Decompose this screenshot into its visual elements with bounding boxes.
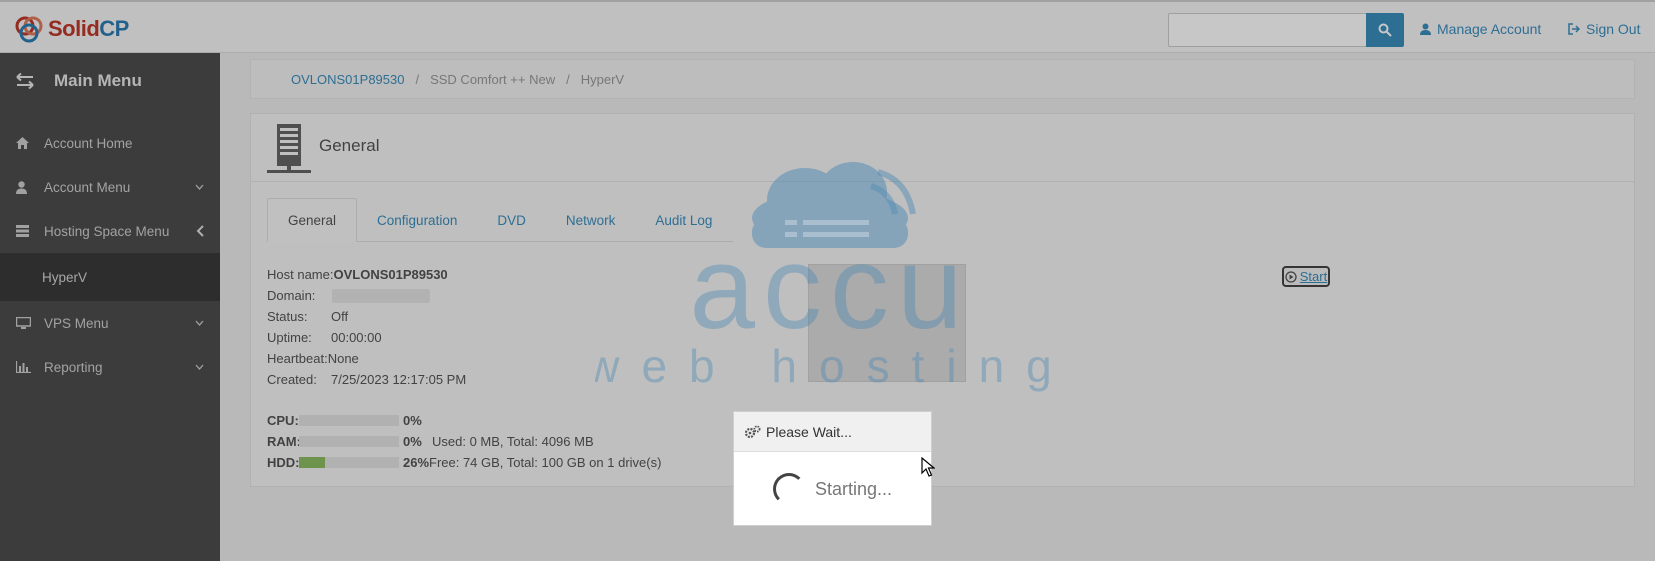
loading-spinner-icon [772,473,805,505]
dialog-title: Please Wait... [766,423,852,440]
dialog-header: Please Wait... [734,412,931,452]
watermark-text-web-hosting: web hosting [595,340,1065,392]
please-wait-dialog: Please Wait... Starting... [733,411,932,526]
dialog-body: Starting... [734,452,931,526]
accuwebhosting-watermark-logo: accu web hosting [595,162,1065,392]
dialog-message: Starting... [814,478,893,499]
watermark-text-accu: accu [689,222,970,354]
mouse-cursor-icon [921,457,935,477]
gears-icon [744,425,761,438]
